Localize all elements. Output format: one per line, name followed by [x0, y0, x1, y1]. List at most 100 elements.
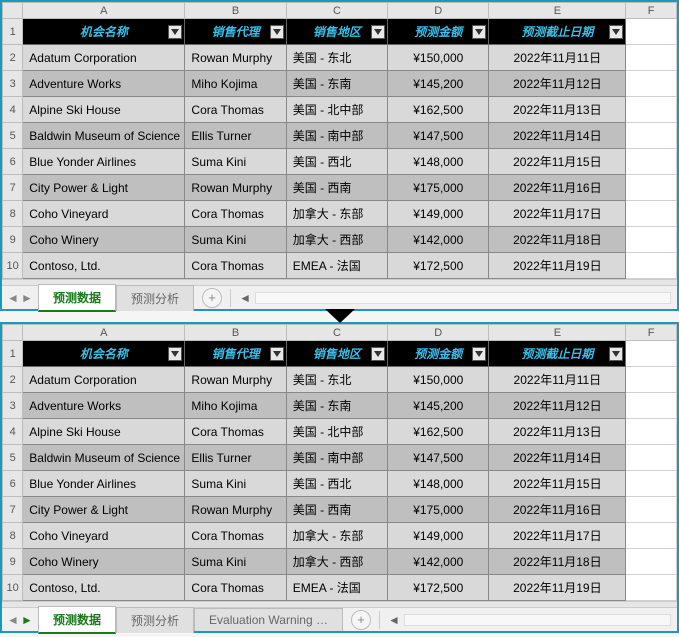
- cell-blank[interactable]: [626, 523, 677, 549]
- cell[interactable]: ¥162,500: [388, 419, 489, 445]
- cell[interactable]: Cora Thomas: [185, 201, 286, 227]
- cell[interactable]: 美国 - 东北: [286, 367, 387, 393]
- cell-blank[interactable]: [626, 367, 677, 393]
- cell-blank[interactable]: [626, 175, 677, 201]
- cell[interactable]: Contoso, Ltd.: [23, 575, 185, 601]
- header-opportunity[interactable]: 机会名称: [23, 19, 185, 45]
- sheet-tab-forecast-analysis[interactable]: 预测分析: [116, 285, 194, 311]
- cell[interactable]: 2022年11月12日: [489, 393, 626, 419]
- cell[interactable]: Coho Vineyard: [23, 201, 185, 227]
- sheet-tab-forecast-data[interactable]: 预测数据: [38, 606, 116, 634]
- header-deadline[interactable]: 预测截止日期: [489, 19, 626, 45]
- cell[interactable]: Rowan Murphy: [185, 175, 286, 201]
- cell-blank[interactable]: [626, 445, 677, 471]
- cell[interactable]: Miho Kojima: [185, 71, 286, 97]
- cell[interactable]: 2022年11月15日: [489, 471, 626, 497]
- cell-blank[interactable]: [626, 149, 677, 175]
- cell[interactable]: Coho Winery: [23, 549, 185, 575]
- cell[interactable]: 加拿大 - 东部: [286, 201, 387, 227]
- cell[interactable]: Blue Yonder Airlines: [23, 471, 185, 497]
- cell[interactable]: 美国 - 东北: [286, 45, 387, 71]
- add-sheet-button[interactable]: +: [202, 288, 222, 308]
- cell[interactable]: Suma Kini: [185, 549, 286, 575]
- cell[interactable]: Suma Kini: [185, 471, 286, 497]
- cell[interactable]: Ellis Turner: [185, 445, 286, 471]
- cell[interactable]: 2022年11月13日: [489, 97, 626, 123]
- cell-blank[interactable]: [626, 497, 677, 523]
- horizontal-scrollbar[interactable]: ◄: [239, 291, 677, 305]
- cell-blank[interactable]: [626, 393, 677, 419]
- cell[interactable]: 2022年11月13日: [489, 419, 626, 445]
- row-header[interactable]: 9: [3, 549, 23, 575]
- header-region[interactable]: 销售地区: [286, 341, 387, 367]
- col-header-B[interactable]: B: [185, 3, 286, 19]
- row-header[interactable]: 10: [3, 575, 23, 601]
- cell-blank[interactable]: [626, 227, 677, 253]
- cell[interactable]: 2022年11月12日: [489, 71, 626, 97]
- row-header[interactable]: 3: [3, 393, 23, 419]
- cell[interactable]: 2022年11月14日: [489, 445, 626, 471]
- cell-blank[interactable]: [626, 97, 677, 123]
- cell[interactable]: Cora Thomas: [185, 419, 286, 445]
- scroll-track[interactable]: [255, 292, 671, 304]
- cell[interactable]: ¥148,000: [388, 149, 489, 175]
- cell-blank[interactable]: [626, 45, 677, 71]
- cell[interactable]: ¥147,500: [388, 445, 489, 471]
- cell[interactable]: Rowan Murphy: [185, 497, 286, 523]
- sheet-tab-forecast-analysis[interactable]: 预测分析: [116, 607, 194, 633]
- cell[interactable]: Ellis Turner: [185, 123, 286, 149]
- scroll-left-icon[interactable]: ◄: [239, 291, 251, 305]
- header-agent[interactable]: 销售代理: [185, 341, 286, 367]
- filter-dropdown-icon[interactable]: [270, 347, 284, 361]
- row-header[interactable]: 10: [3, 253, 23, 279]
- cell-blank[interactable]: [626, 549, 677, 575]
- cell[interactable]: 2022年11月16日: [489, 175, 626, 201]
- header-deadline[interactable]: 预测截止日期: [489, 341, 626, 367]
- row-header[interactable]: 3: [3, 71, 23, 97]
- cell[interactable]: City Power & Light: [23, 497, 185, 523]
- cell-blank[interactable]: [626, 419, 677, 445]
- cell-blank[interactable]: [626, 71, 677, 97]
- scroll-track[interactable]: [404, 614, 671, 626]
- cell[interactable]: Adventure Works: [23, 393, 185, 419]
- filter-dropdown-icon[interactable]: [472, 347, 486, 361]
- cell-blank[interactable]: [626, 123, 677, 149]
- cell[interactable]: ¥147,500: [388, 123, 489, 149]
- cell[interactable]: ¥175,000: [388, 497, 489, 523]
- cell[interactable]: 加拿大 - 西部: [286, 227, 387, 253]
- cell[interactable]: Cora Thomas: [185, 575, 286, 601]
- row-header[interactable]: 5: [3, 445, 23, 471]
- col-header-A[interactable]: A: [23, 3, 185, 19]
- cell[interactable]: Miho Kojima: [185, 393, 286, 419]
- row-header[interactable]: 2: [3, 45, 23, 71]
- cell[interactable]: 2022年11月11日: [489, 45, 626, 71]
- cell-blank[interactable]: [626, 201, 677, 227]
- row-header-1[interactable]: 1: [3, 341, 23, 367]
- cell[interactable]: ¥142,000: [388, 227, 489, 253]
- tab-nav-prev-icon[interactable]: ◄: [6, 611, 20, 629]
- col-header-A[interactable]: A: [23, 325, 185, 341]
- filter-dropdown-icon[interactable]: [609, 347, 623, 361]
- cell[interactable]: 2022年11月18日: [489, 549, 626, 575]
- row-header[interactable]: 6: [3, 471, 23, 497]
- cell[interactable]: 美国 - 南中部: [286, 123, 387, 149]
- cell[interactable]: Alpine Ski House: [23, 97, 185, 123]
- cell[interactable]: EMEA - 法国: [286, 253, 387, 279]
- cell-blank[interactable]: [626, 19, 677, 45]
- cell[interactable]: 2022年11月19日: [489, 253, 626, 279]
- col-header-F[interactable]: F: [626, 325, 677, 341]
- row-header[interactable]: 7: [3, 497, 23, 523]
- cell[interactable]: 2022年11月18日: [489, 227, 626, 253]
- cell[interactable]: EMEA - 法国: [286, 575, 387, 601]
- select-all-corner[interactable]: [3, 325, 23, 341]
- row-header[interactable]: 4: [3, 419, 23, 445]
- cell[interactable]: ¥172,500: [388, 575, 489, 601]
- row-header-1[interactable]: 1: [3, 19, 23, 45]
- cell[interactable]: City Power & Light: [23, 175, 185, 201]
- cell[interactable]: 美国 - 南中部: [286, 445, 387, 471]
- cell-blank[interactable]: [626, 341, 677, 367]
- filter-dropdown-icon[interactable]: [168, 25, 182, 39]
- filter-dropdown-icon[interactable]: [609, 25, 623, 39]
- cell[interactable]: Baldwin Museum of Science: [23, 445, 185, 471]
- cell[interactable]: ¥149,000: [388, 523, 489, 549]
